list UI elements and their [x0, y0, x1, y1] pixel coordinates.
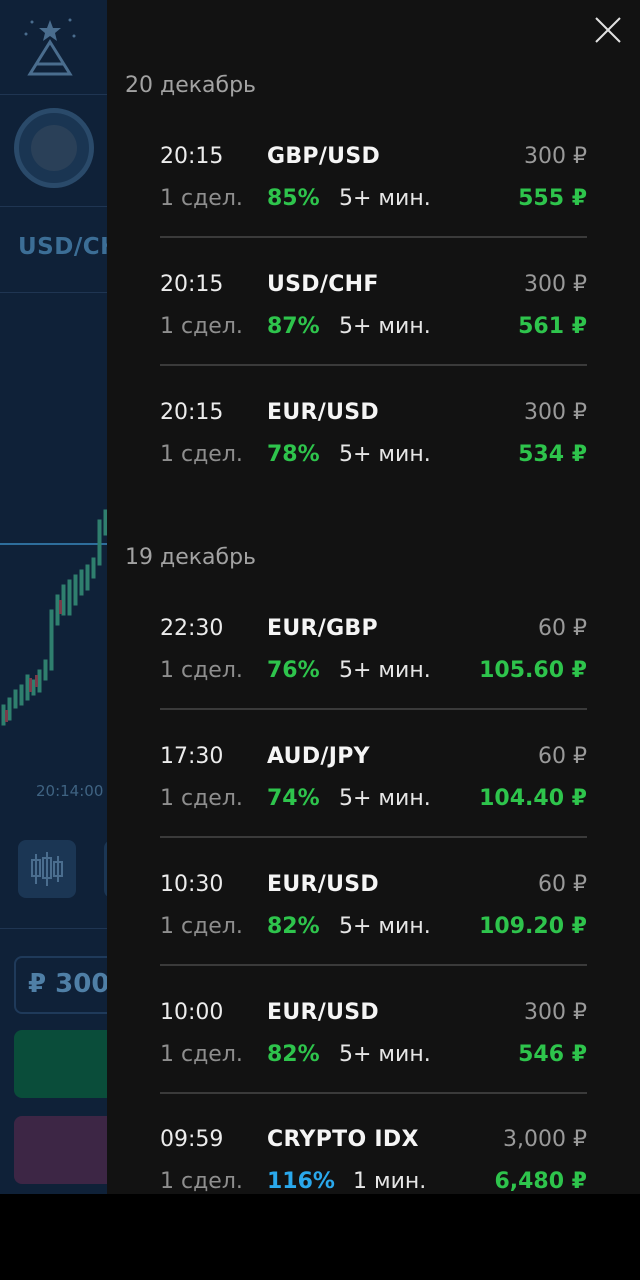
trade-row[interactable]: 10:30 EUR/USD 60 ₽ 1 сдел. 82% 5+ мин. 1…: [160, 864, 587, 992]
trade-count: 1 сдел.: [160, 658, 243, 683]
trade-pair: USD/CHF: [267, 272, 379, 297]
trade-stake: 300 ₽: [524, 144, 587, 169]
trade-duration: 5+ мин.: [339, 658, 431, 683]
trade-count: 1 сдел.: [160, 786, 243, 811]
candlestick-icon: [31, 852, 63, 886]
trade-count: 1 сдел.: [160, 314, 243, 339]
trade-percent: 85%: [267, 186, 320, 211]
trade-row[interactable]: 20:15 EUR/USD 300 ₽ 1 сдел. 78% 5+ мин. …: [160, 392, 587, 520]
trade-duration: 5+ мин.: [339, 442, 431, 467]
divider: [0, 206, 107, 207]
asset-pair-label[interactable]: USD/CH: [18, 234, 120, 260]
trade-pair: EUR/USD: [267, 872, 379, 897]
trade-duration: 5+ мин.: [339, 786, 431, 811]
trade-stake: 60 ₽: [538, 616, 587, 641]
divider: [160, 964, 587, 966]
trade-time: 10:00: [160, 1000, 224, 1025]
divider: [160, 236, 587, 238]
trade-time: 20:15: [160, 400, 224, 425]
trade-row[interactable]: 17:30 AUD/JPY 60 ₽ 1 сдел. 74% 5+ мин. 1…: [160, 736, 587, 864]
trade-pair: AUD/JPY: [267, 744, 370, 769]
trade-history-drawer: 20 декабрь 20:15 GBP/USD 300 ₽ 1 сдел. 8…: [107, 0, 640, 1194]
avatar[interactable]: [14, 108, 94, 188]
tree-logo-icon: [24, 18, 76, 76]
trade-time: 22:30: [160, 616, 224, 641]
divider: [0, 928, 107, 929]
trade-payout: 109.20 ₽: [479, 914, 587, 939]
trade-count: 1 сдел.: [160, 1042, 243, 1067]
trade-percent: 78%: [267, 442, 320, 467]
trade-duration: 5+ мин.: [339, 186, 431, 211]
trade-payout: 6,480 ₽: [494, 1169, 587, 1194]
chart-time-label: 20:14:00: [36, 782, 104, 800]
price-chart: [0, 509, 107, 726]
trade-percent: 116%: [267, 1169, 335, 1194]
trade-payout: 534 ₽: [518, 442, 587, 467]
candlestick-button[interactable]: [18, 840, 76, 898]
trade-time: 20:15: [160, 144, 224, 169]
trade-duration: 1 мин.: [353, 1169, 427, 1194]
divider: [160, 364, 587, 366]
trade-count: 1 сдел.: [160, 442, 243, 467]
date-header: 19 декабрь: [125, 545, 257, 570]
trade-pair: EUR/GBP: [267, 616, 378, 641]
trade-pair: CRYPTO IDX: [267, 1127, 419, 1152]
trade-stake: 3,000 ₽: [503, 1127, 587, 1152]
trade-row[interactable]: 10:00 EUR/USD 300 ₽ 1 сдел. 82% 5+ мин. …: [160, 992, 587, 1120]
trade-count: 1 сдел.: [160, 1169, 243, 1194]
trade-stake: 300 ₽: [524, 1000, 587, 1025]
close-icon: [595, 17, 621, 43]
trade-percent: 76%: [267, 658, 320, 683]
trade-row[interactable]: 20:15 USD/CHF 300 ₽ 1 сдел. 87% 5+ мин. …: [160, 264, 587, 392]
trade-percent: 74%: [267, 786, 320, 811]
trade-count: 1 сдел.: [160, 186, 243, 211]
trade-time: 09:59: [160, 1127, 224, 1152]
divider: [0, 94, 107, 95]
trade-duration: 5+ мин.: [339, 914, 431, 939]
trade-stake: 300 ₽: [524, 400, 587, 425]
trade-time: 10:30: [160, 872, 224, 897]
trade-stake: 60 ₽: [538, 744, 587, 769]
trade-payout: 555 ₽: [518, 186, 587, 211]
divider: [160, 836, 587, 838]
trade-percent: 82%: [267, 914, 320, 939]
trade-row[interactable]: 22:30 EUR/GBP 60 ₽ 1 сдел. 76% 5+ мин. 1…: [160, 608, 587, 736]
date-header: 20 декабрь: [125, 73, 257, 98]
trade-payout: 105.60 ₽: [479, 658, 587, 683]
trade-row[interactable]: 20:15 GBP/USD 300 ₽ 1 сдел. 85% 5+ мин. …: [160, 136, 587, 264]
close-button[interactable]: [592, 14, 624, 46]
trade-count: 1 сдел.: [160, 914, 243, 939]
trade-percent: 87%: [267, 314, 320, 339]
divider: [0, 292, 107, 293]
trade-pair: EUR/USD: [267, 400, 379, 425]
trade-stake: 300 ₽: [524, 272, 587, 297]
trade-pair: GBP/USD: [267, 144, 381, 169]
trade-duration: 5+ мин.: [339, 1042, 431, 1067]
trade-time: 20:15: [160, 272, 224, 297]
divider: [160, 1092, 587, 1094]
trade-payout: 104.40 ₽: [479, 786, 587, 811]
trade-pair: EUR/USD: [267, 1000, 379, 1025]
trade-duration: 5+ мин.: [339, 314, 431, 339]
trade-time: 17:30: [160, 744, 224, 769]
trade-payout: 561 ₽: [518, 314, 587, 339]
trade-payout: 546 ₽: [518, 1042, 587, 1067]
trade-stake: 60 ₽: [538, 872, 587, 897]
divider: [160, 708, 587, 710]
trade-percent: 82%: [267, 1042, 320, 1067]
trade-row[interactable]: 09:59 CRYPTO IDX 3,000 ₽ 1 сдел. 116% 1 …: [160, 1119, 587, 1194]
